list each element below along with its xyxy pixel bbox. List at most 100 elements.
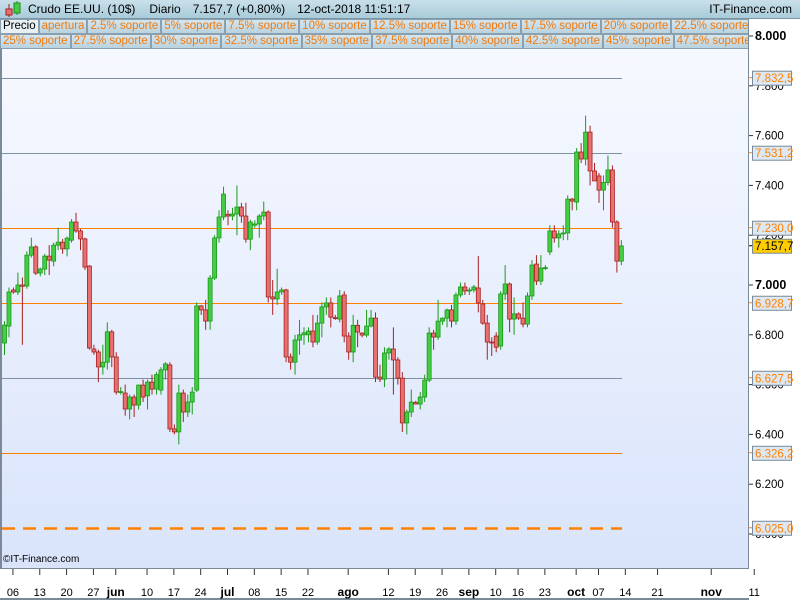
candle xyxy=(82,237,88,271)
candle xyxy=(458,282,463,298)
tab-apertura[interactable]: apertura xyxy=(38,19,88,34)
candle-body xyxy=(78,230,83,240)
candle xyxy=(587,125,593,186)
copyright: ©IT-Finance.com xyxy=(3,554,80,565)
x-tick-label: 23 xyxy=(539,587,551,599)
candle-body xyxy=(480,303,486,324)
candle xyxy=(180,389,186,422)
candle xyxy=(592,162,597,182)
tab-27-5-soporte[interactable]: 27.5% soporte xyxy=(70,34,151,49)
candle xyxy=(373,312,378,383)
candle xyxy=(323,297,329,315)
tab-2-5-soporte[interactable]: 2.5% soporte xyxy=(87,19,162,34)
candle xyxy=(225,210,231,226)
candle-body xyxy=(525,295,530,325)
candle-body xyxy=(502,283,508,295)
candle xyxy=(413,400,419,405)
datetime: 12-oct-2018 11:51:17 xyxy=(297,2,411,16)
x-tick-label: 08 xyxy=(248,587,260,599)
candle xyxy=(516,312,521,320)
candle-body xyxy=(221,193,226,218)
candle-body xyxy=(301,332,307,336)
candle xyxy=(212,235,217,281)
tab-17-5-soporte[interactable]: 17.5% soporte xyxy=(520,19,601,34)
candle xyxy=(158,367,164,395)
candle xyxy=(507,282,513,333)
candle-body xyxy=(73,221,79,232)
candle-body xyxy=(386,348,392,354)
candle-body xyxy=(176,392,182,433)
candle-body xyxy=(140,384,146,398)
candle xyxy=(466,287,472,295)
tab-32-5-soporte[interactable]: 32.5% soporte xyxy=(221,34,302,49)
tab-47-5-soporte[interactable]: 47.5% soporte xyxy=(673,34,748,49)
candle xyxy=(341,291,347,343)
tab-5-soporte[interactable]: 5% soporte xyxy=(161,19,226,34)
tab-42-5-soporte[interactable]: 42.5% soporte xyxy=(522,34,603,49)
x-tick-label: 07 xyxy=(592,587,604,599)
candle xyxy=(332,314,338,320)
candlestick-logo-icon xyxy=(3,0,25,18)
candle-body xyxy=(256,215,262,225)
candle-body xyxy=(212,237,217,279)
y-tick-label: 8.000 xyxy=(755,29,786,43)
candle xyxy=(502,265,508,300)
candle xyxy=(382,347,387,388)
candle-body xyxy=(194,305,200,391)
candle-body xyxy=(395,359,401,379)
candle xyxy=(306,327,311,343)
candle xyxy=(529,260,535,300)
candle-body xyxy=(306,330,311,336)
tab-precio[interactable]: Precio xyxy=(0,19,39,34)
candle xyxy=(185,394,191,417)
candle xyxy=(69,219,74,243)
tab-22-5-soporte[interactable]: 22.5% soporte xyxy=(671,19,748,34)
candle-body xyxy=(2,324,7,344)
candle xyxy=(167,362,173,432)
tab-40-soporte[interactable]: 40% soporte xyxy=(452,34,523,49)
candle xyxy=(525,292,530,328)
candle-body xyxy=(422,379,428,398)
candle-body xyxy=(109,331,115,358)
candle-body xyxy=(466,289,472,292)
indicator-tabs-row-1: Precio apertura 2.5% soporte 5% soporte 7.5%… xyxy=(0,19,748,34)
candle-body xyxy=(288,356,293,363)
candle-body xyxy=(136,384,142,406)
tab-12-5-soporte[interactable]: 12.5% soporte xyxy=(369,19,450,34)
candle xyxy=(283,288,289,363)
candle xyxy=(578,143,584,163)
candle-body xyxy=(404,411,410,424)
candle-body xyxy=(158,369,164,391)
candle xyxy=(310,314,316,348)
candle xyxy=(265,210,271,303)
x-tick-label: 21 xyxy=(651,587,663,599)
candle xyxy=(118,387,124,395)
candle xyxy=(292,334,298,375)
candle xyxy=(453,292,459,325)
candle xyxy=(368,309,374,328)
candle-body xyxy=(431,332,437,338)
candle-body xyxy=(458,286,463,296)
tab-25-soporte[interactable]: 25% soporte xyxy=(0,34,71,49)
candle xyxy=(489,337,495,356)
candle xyxy=(359,332,365,338)
x-tick-label: 22 xyxy=(302,587,314,599)
tab-20-soporte[interactable]: 20% soporte xyxy=(600,19,672,34)
tab-7-5-soporte[interactable]: 7.5% soporte xyxy=(225,19,300,34)
candle xyxy=(377,364,383,383)
candle-body xyxy=(225,213,231,217)
candle xyxy=(73,212,79,233)
candle-body xyxy=(529,264,535,297)
x-tick-label: oct xyxy=(567,585,585,599)
tab-10-soporte[interactable]: 10% soporte xyxy=(299,19,370,34)
x-tick-label: 15 xyxy=(275,587,287,599)
candle xyxy=(471,285,477,293)
tab-37-5-soporte[interactable]: 37.5% soporte xyxy=(372,34,453,49)
candle-body xyxy=(413,402,419,405)
tab-15-soporte[interactable]: 15% soporte xyxy=(449,19,521,34)
tab-35-soporte[interactable]: 35% soporte xyxy=(301,34,373,49)
candle-body xyxy=(444,309,450,319)
candle-body xyxy=(171,428,177,433)
tab-45-soporte[interactable]: 45% soporte xyxy=(603,34,674,49)
tab-30-soporte[interactable]: 30% soporte xyxy=(150,34,222,49)
